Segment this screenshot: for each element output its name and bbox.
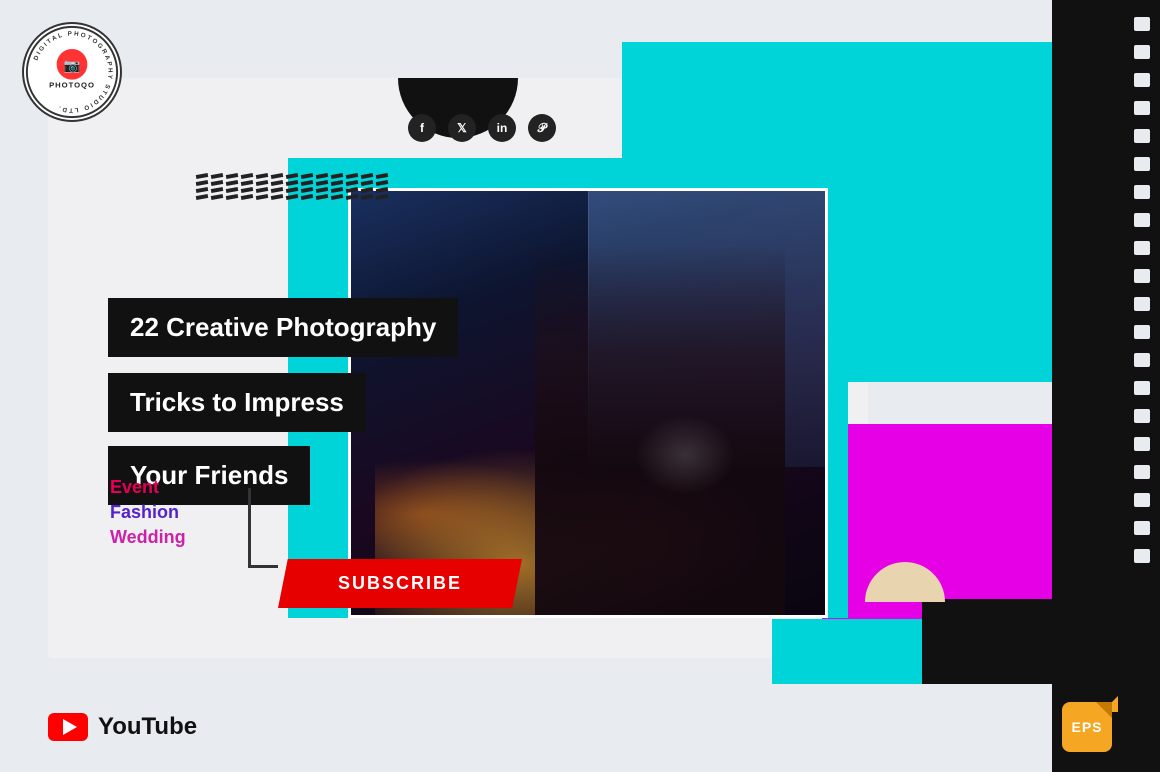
film-hole <box>1134 465 1150 479</box>
category-wedding: Wedding <box>110 527 186 548</box>
film-hole <box>1134 353 1150 367</box>
film-hole <box>1134 129 1150 143</box>
youtube-icon <box>48 713 88 741</box>
main-card: f 𝕏 in 𝒫 22 Creative Photography Tricks … <box>48 78 868 658</box>
film-hole <box>1134 73 1150 87</box>
film-hole <box>1134 493 1150 507</box>
photo-camera-glow <box>635 415 735 495</box>
twitter-icon[interactable]: 𝕏 <box>448 114 476 142</box>
film-hole <box>1134 521 1150 535</box>
subscribe-button[interactable]: SUBSCRIBE <box>278 559 522 608</box>
title-line-2: Tricks to Impress <box>108 373 366 432</box>
logo-circle: 📷 PHOTOQO DIGITAL PHOTOGRAPHY STUDIO LTD… <box>22 22 122 122</box>
logo-circle-svg: 📷 PHOTOQO DIGITAL PHOTOGRAPHY STUDIO LTD… <box>24 24 120 120</box>
social-icons-bar: f 𝕏 in 𝒫 <box>408 114 556 142</box>
category-event: Event <box>110 477 186 498</box>
film-hole <box>1134 185 1150 199</box>
photo-background <box>351 191 825 615</box>
title-line-1: 22 Creative Photography <box>108 298 458 357</box>
category-list: Event Fashion Wedding <box>110 477 186 548</box>
diagonal-lines-decoration <box>196 174 388 202</box>
bottom-bar: YouTube EPS <box>0 702 1160 752</box>
svg-text:📷: 📷 <box>64 58 81 73</box>
film-hole <box>1134 241 1150 255</box>
linkedin-icon[interactable]: in <box>488 114 516 142</box>
film-strip-right <box>1052 0 1160 772</box>
bracket-decoration <box>248 488 278 568</box>
facebook-icon[interactable]: f <box>408 114 436 142</box>
youtube-label: YouTube <box>98 713 197 741</box>
eps-corner-fold <box>1096 702 1112 718</box>
youtube-badge: YouTube <box>48 713 197 741</box>
youtube-play-icon <box>63 719 77 735</box>
film-hole <box>1134 45 1150 59</box>
pinterest-icon[interactable]: 𝒫 <box>528 114 556 142</box>
eps-label: EPS <box>1071 719 1102 735</box>
film-hole <box>1134 157 1150 171</box>
film-holes-right <box>1132 0 1152 772</box>
film-hole <box>1134 325 1150 339</box>
film-hole <box>1134 409 1150 423</box>
film-hole <box>1134 101 1150 115</box>
film-hole <box>1134 297 1150 311</box>
category-fashion: Fashion <box>110 502 186 523</box>
eps-badge: EPS <box>1062 702 1112 752</box>
film-hole <box>1134 213 1150 227</box>
cyan-block-bottom <box>772 619 922 684</box>
film-hole <box>1134 17 1150 31</box>
photo-frame <box>348 188 828 618</box>
film-hole <box>1134 381 1150 395</box>
black-block-bottom <box>922 599 1052 684</box>
film-hole <box>1134 437 1150 451</box>
film-hole <box>1134 549 1150 563</box>
svg-text:PHOTOQO: PHOTOQO <box>49 80 95 89</box>
film-hole <box>1134 269 1150 283</box>
